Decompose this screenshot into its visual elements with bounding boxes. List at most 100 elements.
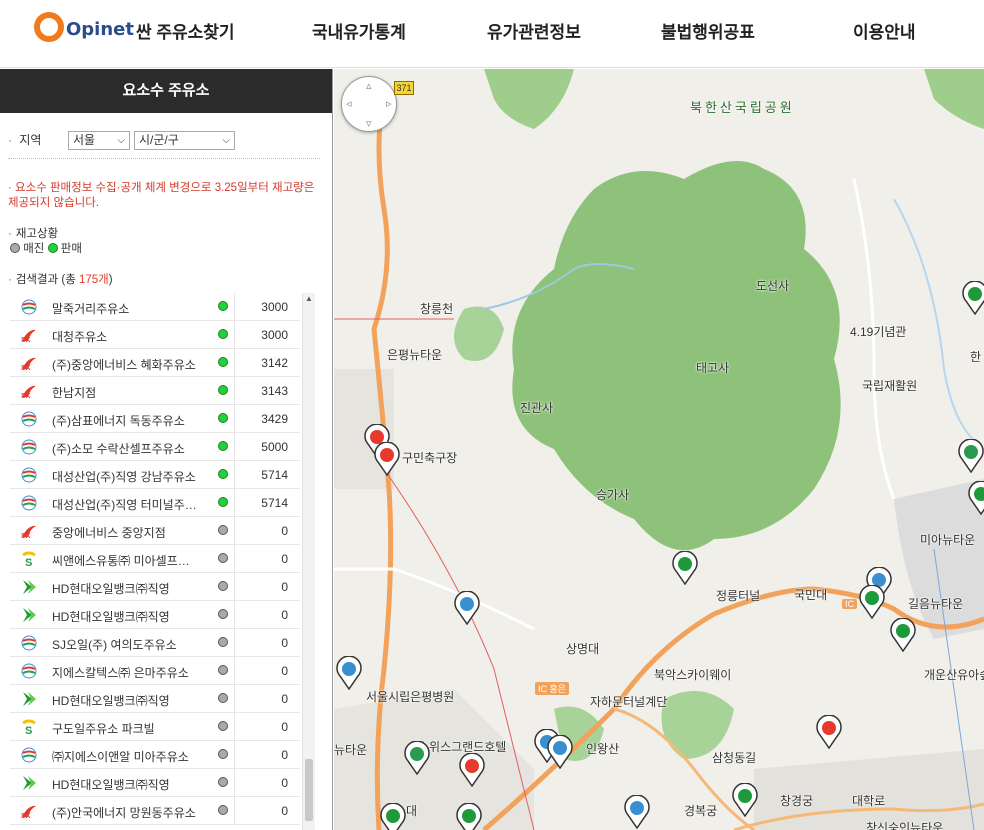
station-name[interactable]: 대성산업(주)직영 터미널주유소 (52, 496, 197, 513)
hyundai-oilbank-ex-station-pin-icon[interactable] (454, 591, 480, 625)
nav-domestic-price-stats[interactable]: 국내유가통계 (312, 18, 406, 43)
station-name[interactable]: 중앙에너비스 중앙지점 (52, 524, 197, 541)
station-row[interactable]: 말죽거리주유소 3000 (10, 293, 300, 321)
pan-down-icon[interactable]: ▿ (366, 117, 372, 130)
station-row[interactable]: 대성산업(주)직영 터미널주유소 5714 (10, 489, 300, 517)
station-price: 0 (281, 776, 288, 790)
station-row[interactable]: (주)삼표에너지 독동주유소 3429 (10, 405, 300, 433)
hd-hyundai-station-pin-icon[interactable] (380, 803, 406, 830)
nav-illegal-activity[interactable]: 불법행위공표 (661, 18, 755, 43)
hd-hyundai-station-pin-icon[interactable] (732, 783, 758, 817)
station-name[interactable]: HD현대오일뱅크㈜직영 (52, 776, 197, 793)
column-divider (234, 685, 235, 713)
station-name[interactable]: 대청주유소 (52, 328, 197, 345)
scroll-up-icon[interactable]: ▲ (303, 293, 315, 305)
hd-hyundai-station-pin-icon[interactable] (968, 481, 984, 515)
station-name[interactable]: 구도일주유소 파크빌 (52, 720, 197, 737)
sk-logo-icon: SK (20, 327, 38, 344)
station-row[interactable]: 지에스칼텍스㈜ 은마주유소 0 (10, 657, 300, 685)
hd-hyundai-station-pin-icon[interactable] (672, 551, 698, 585)
svg-text:SK: SK (21, 365, 31, 371)
pan-up-icon[interactable]: ▵ (366, 79, 372, 92)
list-scrollbar[interactable]: ▲ (302, 293, 315, 830)
soldout-dot-icon (218, 609, 228, 619)
station-row[interactable]: SK 대청주유소 3000 (10, 321, 300, 349)
soldout-dot-icon (218, 805, 228, 815)
station-name[interactable]: 지에스칼텍스㈜ 은마주유소 (52, 664, 197, 681)
station-list[interactable]: SK (주)안국에너지 망원동주유소 0 HD현대오일뱅크㈜직영 0 ㈜지에스이앤알 미아… (10, 293, 316, 830)
forest-patch (454, 306, 504, 361)
map-place-label: 국립재활원 (862, 379, 918, 393)
hd-hyundai-logo-icon (20, 607, 38, 623)
station-row[interactable]: HD현대오일뱅크㈜직영 0 (10, 685, 300, 713)
sk-station-pin-icon[interactable] (374, 442, 400, 476)
svg-text:SK: SK (21, 337, 31, 343)
nav-price-info[interactable]: 유가관련정보 (487, 18, 581, 43)
map-place-label: 길음뉴타운 (908, 597, 964, 611)
ic-badge-text: IC (538, 684, 547, 694)
station-name[interactable]: HD현대오일뱅크㈜직영 (52, 692, 197, 709)
station-name[interactable]: (주)삼표에너지 독동주유소 (52, 412, 197, 429)
district-select[interactable]: 시/군/구 ⌵ (134, 131, 235, 150)
sk-logo-icon: SK (20, 803, 38, 820)
nav-usage-guide[interactable]: 이용안내 (853, 18, 916, 43)
result-count: 175개 (78, 274, 109, 286)
station-name[interactable]: HD현대오일뱅크㈜직영 (52, 608, 197, 625)
hyundai-oilbank-ex-station-pin-icon[interactable] (624, 795, 650, 829)
map-place-label: 진관사 (520, 401, 554, 415)
nav-cheap-station[interactable]: 싼 주유소찾기 (136, 18, 235, 43)
station-row[interactable]: HD현대오일뱅크㈜직영 0 (10, 769, 300, 797)
station-name[interactable]: (주)안국에너지 망원동주유소 (52, 804, 197, 821)
hd-hyundai-logo-icon (20, 579, 38, 595)
hd-hyundai-station-pin-icon[interactable] (890, 618, 916, 652)
hyundai-oilbank-ex-station-pin-icon[interactable] (547, 735, 573, 769)
pan-left-icon[interactable]: ◃ (346, 97, 352, 110)
hyundai-oilbank-ex-station-pin-icon[interactable] (336, 656, 362, 690)
station-name[interactable]: 한남지점 (52, 384, 197, 401)
station-name[interactable]: 말죽거리주유소 (52, 300, 197, 317)
station-row[interactable]: ㈜지에스이앤알 미아주유소 0 (10, 741, 300, 769)
scroll-thumb[interactable] (305, 759, 313, 821)
column-divider (234, 713, 235, 741)
s-oil-station-pin-icon[interactable] (404, 741, 430, 775)
hd-hyundai-station-pin-icon[interactable] (456, 803, 482, 830)
station-row[interactable]: SK 중앙에너비스 중앙지점 0 (10, 517, 300, 545)
station-name[interactable]: HD현대오일뱅크㈜직영 (52, 580, 197, 597)
sk-station-pin-icon[interactable] (816, 715, 842, 749)
opinet-logo[interactable]: Opinet (34, 12, 134, 42)
pan-right-icon[interactable]: ▹ (386, 97, 392, 110)
station-name[interactable]: (주)소모 수락산셀프주유소 (52, 440, 197, 457)
station-name[interactable]: 대성산업(주)직영 강남주유소 (52, 468, 197, 485)
station-price: 3000 (261, 328, 288, 342)
station-row[interactable]: SK (주)안국에너지 망원동주유소 0 (10, 797, 300, 825)
station-price: 0 (281, 664, 288, 678)
column-divider (234, 517, 235, 545)
station-price: 0 (281, 720, 288, 734)
station-name[interactable]: ㈜지에스이앤알 미아주유소 (52, 748, 197, 765)
s-oil-station-pin-icon[interactable] (958, 439, 984, 473)
region-select[interactable]: 서울 ⌵ (68, 131, 130, 150)
station-row[interactable]: SK 한남지점 3143 (10, 377, 300, 405)
station-row[interactable]: SJ오일(주) 여의도주유소 0 (10, 629, 300, 657)
station-name[interactable]: SJ오일(주) 여의도주유소 (52, 636, 197, 653)
hyundai-oilbank-ex-logo-icon (20, 439, 38, 455)
map-pan-control[interactable]: ▵ ▿ ◃ ▹ (341, 76, 397, 132)
hd-hyundai-station-pin-icon[interactable] (859, 585, 885, 619)
map-place-label: 창신숭인뉴타운 (866, 821, 944, 830)
station-row[interactable]: HD현대오일뱅크㈜직영 0 (10, 573, 300, 601)
sk-station-pin-icon[interactable] (459, 753, 485, 787)
map-place-label: 미아뉴타운 (920, 533, 976, 547)
station-name[interactable]: 씨앤에스유통㈜ 미아셀프주유소 (52, 552, 197, 569)
hd-hyundai-station-pin-icon[interactable] (962, 281, 984, 315)
map-view[interactable]: ▵ ▿ ◃ ▹ 북한산국립공원 371 도선사 4.19기념관 창릉천 은평뉴타운 태고… (334, 69, 984, 830)
station-row[interactable]: SK (주)중앙에너비스 혜화주유소 3142 (10, 349, 300, 377)
station-row[interactable]: 대성산업(주)직영 강남주유소 5714 (10, 461, 300, 489)
station-row[interactable]: S 구도일주유소 파크빌 0 (10, 713, 300, 741)
station-row[interactable]: S 씨앤에스유통㈜ 미아셀프주유소 0 (10, 545, 300, 573)
station-name[interactable]: (주)중앙에너비스 혜화주유소 (52, 356, 197, 373)
svg-text:SK: SK (21, 813, 31, 819)
station-row[interactable]: HD현대오일뱅크㈜직영 0 (10, 601, 300, 629)
station-price: 0 (281, 524, 288, 538)
station-row[interactable]: (주)소모 수락산셀프주유소 5000 (10, 433, 300, 461)
chevron-down-icon: ⌵ (117, 135, 125, 146)
